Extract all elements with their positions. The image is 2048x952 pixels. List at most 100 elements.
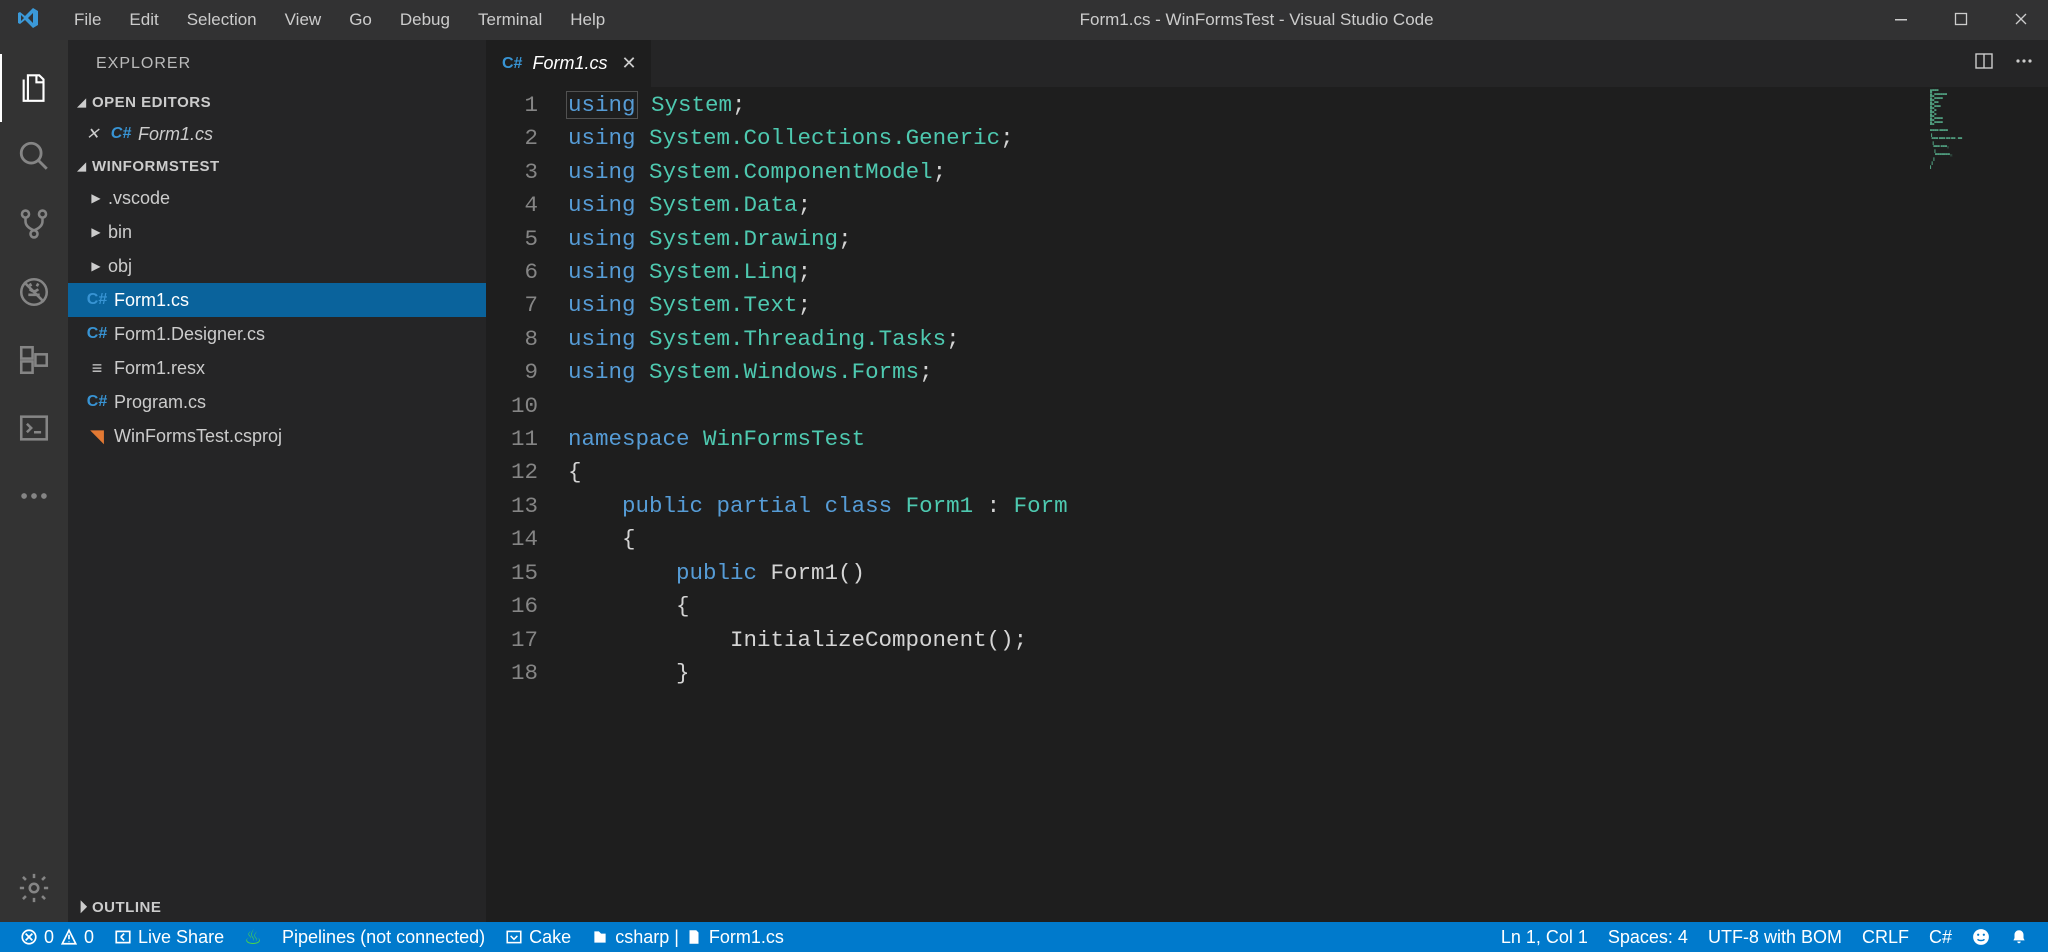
activity-bar [0,40,68,922]
errors-count: 0 [44,927,54,948]
menu-terminal[interactable]: Terminal [464,10,556,30]
chevron-down-icon: ◢ [72,96,92,109]
liveshare-label: Live Share [138,927,224,948]
csproj-file-icon: ◥ [86,426,108,447]
cake-status[interactable]: Cake [495,927,581,948]
warnings-count: 0 [84,927,94,948]
file-tree-item[interactable]: ◥ WinFormsTest.csproj [68,419,486,453]
project-name-label: WINFORMSTEST [92,158,220,175]
minimize-button[interactable] [1894,12,1908,29]
file-tree-item[interactable]: ≡ Form1.resx [68,351,486,385]
editor-tabs: C# Form1.cs ✕ [486,40,2048,87]
file-label: Form1.resx [114,358,205,379]
cursor-position[interactable]: Ln 1, Col 1 [1491,927,1598,948]
file-tree-item[interactable]: ▶.vscode [68,181,486,215]
status-errors[interactable]: 0 0 [10,927,104,948]
pipelines-label: Pipelines (not connected) [282,927,485,948]
open-editors-label: OPEN EDITORS [92,94,211,111]
close-icon[interactable]: ✕ [86,124,106,144]
pipelines-status[interactable]: ♨ [234,925,272,950]
tab-label: Form1.cs [532,53,607,74]
file-tree-item[interactable]: C# Form1.cs [68,283,486,317]
menu-help[interactable]: Help [556,10,619,30]
file-label: Form1.cs [114,290,189,311]
extensions-icon[interactable] [0,326,68,394]
cake-label: Cake [529,927,571,948]
open-editor-filename: Form1.cs [138,124,213,145]
window-title: Form1.cs - WinFormsTest - Visual Studio … [619,10,1894,30]
sidebar-title: EXPLORER [68,40,486,87]
file-tree-item[interactable]: ▶bin [68,215,486,249]
file-label: Form1.Designer.cs [114,324,265,345]
more-icon[interactable] [0,462,68,530]
solution-file-label: Form1.cs [709,927,784,948]
outline-section[interactable]: ◢ OUTLINE [68,892,486,922]
csharp-file-icon: C# [86,325,108,343]
pipelines-text[interactable]: Pipelines (not connected) [272,927,495,948]
close-tab-icon[interactable]: ✕ [621,53,636,74]
menu-selection[interactable]: Selection [173,10,271,30]
explorer-icon[interactable] [0,54,68,122]
editor-tab[interactable]: C# Form1.cs ✕ [486,40,652,87]
file-label: Program.cs [114,392,206,413]
source-control-icon[interactable] [0,190,68,258]
menu-bar: FileEditSelectionViewGoDebugTerminalHelp [60,10,619,30]
notifications-icon[interactable] [2000,927,2038,948]
main-area: EXPLORER ◢ OPEN EDITORS ✕ C# Form1.cs ◢ … [0,40,2048,922]
file-tree-item[interactable]: C# Form1.Designer.cs [68,317,486,351]
menu-edit[interactable]: Edit [115,10,172,30]
eol-status[interactable]: CRLF [1852,927,1919,948]
file-tree-item[interactable]: C# Program.cs [68,385,486,419]
code-editor[interactable]: 123456789101112131415161718 using System… [486,87,2048,922]
file-tree-item[interactable]: ▶obj [68,249,486,283]
more-actions-icon[interactable] [2014,51,2034,76]
csharp-file-icon: C# [86,393,108,411]
close-button[interactable] [2014,12,2028,29]
open-editor-entry[interactable]: ✕ C# Form1.cs [68,117,486,151]
editor-group: C# Form1.cs ✕ 12345678910111213141516171… [486,40,2048,922]
open-editors-section[interactable]: ◢ OPEN EDITORS [68,87,486,117]
feedback-icon[interactable] [1962,927,2000,948]
indentation-status[interactable]: Spaces: 4 [1598,927,1698,948]
menu-go[interactable]: Go [335,10,386,30]
fire-icon: ♨ [244,925,262,950]
folder-label: obj [108,256,132,277]
csharp-file-icon: C# [86,291,108,309]
search-icon[interactable] [0,122,68,190]
file-label: WinFormsTest.csproj [114,426,282,447]
vscode-logo-icon [16,6,40,35]
resx-file-icon: ≡ [86,358,108,379]
menu-file[interactable]: File [60,10,115,30]
solution-status[interactable]: csharp | Form1.cs [581,927,794,948]
folder-label: .vscode [108,188,170,209]
solution-label: csharp | [615,927,679,948]
encoding-status[interactable]: UTF-8 with BOM [1698,927,1852,948]
menu-view[interactable]: View [271,10,336,30]
window-controls [1894,12,2028,29]
split-editor-icon[interactable] [1974,51,1994,76]
chevron-right-icon: ▶ [86,225,106,239]
chevron-right-icon: ▶ [86,191,106,205]
csharp-file-icon: C# [502,55,522,73]
settings-gear-icon[interactable] [0,854,68,922]
chevron-right-icon: ◢ [69,894,92,917]
title-bar: FileEditSelectionViewGoDebugTerminalHelp… [0,0,2048,40]
encoding-label: UTF-8 with BOM [1708,927,1842,948]
folder-label: bin [108,222,132,243]
outline-label: OUTLINE [92,899,161,916]
chevron-right-icon: ▶ [86,259,106,273]
terminal-panel-icon[interactable] [0,394,68,462]
project-section[interactable]: ◢ WINFORMSTEST [68,151,486,181]
menu-debug[interactable]: Debug [386,10,464,30]
spaces-label: Spaces: 4 [1608,927,1688,948]
language-status[interactable]: C# [1919,927,1962,948]
chevron-down-icon: ◢ [72,160,92,173]
code-content[interactable]: using System;using System.Collections.Ge… [568,87,2048,922]
maximize-button[interactable] [1954,12,1968,29]
lang-label: C# [1929,927,1952,948]
debug-icon[interactable] [0,258,68,326]
line-gutter: 123456789101112131415161718 [486,87,568,922]
live-share-status[interactable]: Live Share [104,927,234,948]
lncol-label: Ln 1, Col 1 [1501,927,1588,948]
sidebar-explorer: EXPLORER ◢ OPEN EDITORS ✕ C# Form1.cs ◢ … [68,40,486,922]
